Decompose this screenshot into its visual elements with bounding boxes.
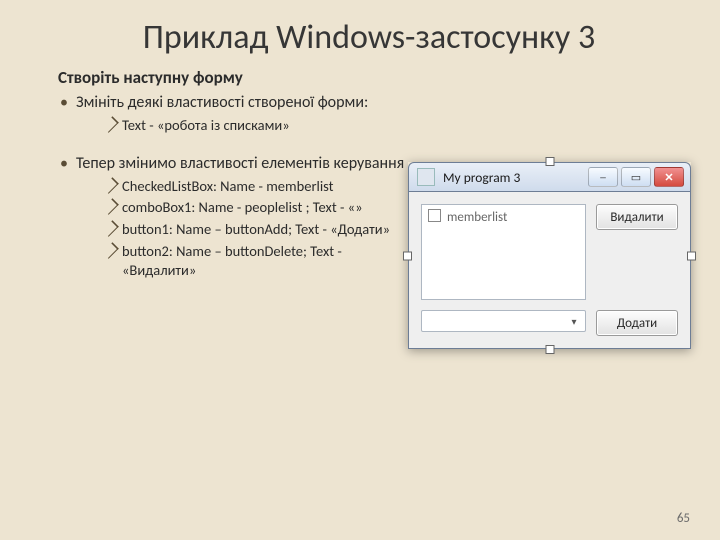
memberlist-checkedlistbox[interactable]: memberlist [421,204,586,300]
bullet-item: Тепер змінимо властивості елементів керу… [58,153,416,280]
maximize-icon: ▭ [631,171,641,184]
app-icon [417,168,435,186]
sub-item: button2: Name – buttonDelete; Text - «Ви… [104,242,416,281]
page-number: 65 [677,511,690,526]
checkbox-icon [428,209,441,222]
minimize-button[interactable]: ─ [588,167,618,187]
slide-title: Приклад Windows-застосунку 3 [58,18,680,57]
chevron-down-icon: ▾ [567,314,581,328]
minimize-icon: ─ [600,171,606,184]
sub-item: CheckedListBox: Name - memberlist [104,177,416,197]
sub-item: button1: Name – buttonAdd; Text - «Додат… [104,220,416,240]
bullet-text: Тепер змінимо властивості елементів керу… [76,154,404,173]
sub-item: Text - «робота із списками» [104,116,416,136]
peoplelist-combobox[interactable]: ▾ [421,310,586,332]
sub-item: comboBox1: Name - peoplelist ; Text - «» [104,198,416,218]
add-button[interactable]: Додати [596,310,678,336]
window-titlebar[interactable]: My program 3 ─ ▭ ✕ [408,162,691,192]
maximize-button[interactable]: ▭ [621,167,651,187]
bullet-text: Змініть деякі властивості створеної форм… [76,93,368,112]
bullet-item: Змініть деякі властивості створеної форм… [58,92,416,135]
memberlist-placeholder: memberlist [447,210,507,225]
close-icon: ✕ [664,171,673,184]
window-title: My program 3 [443,169,588,186]
delete-button[interactable]: Видалити [596,204,678,230]
form-designer-preview: My program 3 ─ ▭ ✕ memberlist Видалити ▾… [408,162,691,349]
close-button[interactable]: ✕ [654,167,684,187]
subheading: Створіть наступну форму [58,67,680,88]
form-client-area: memberlist Видалити ▾ Додати [408,192,691,349]
